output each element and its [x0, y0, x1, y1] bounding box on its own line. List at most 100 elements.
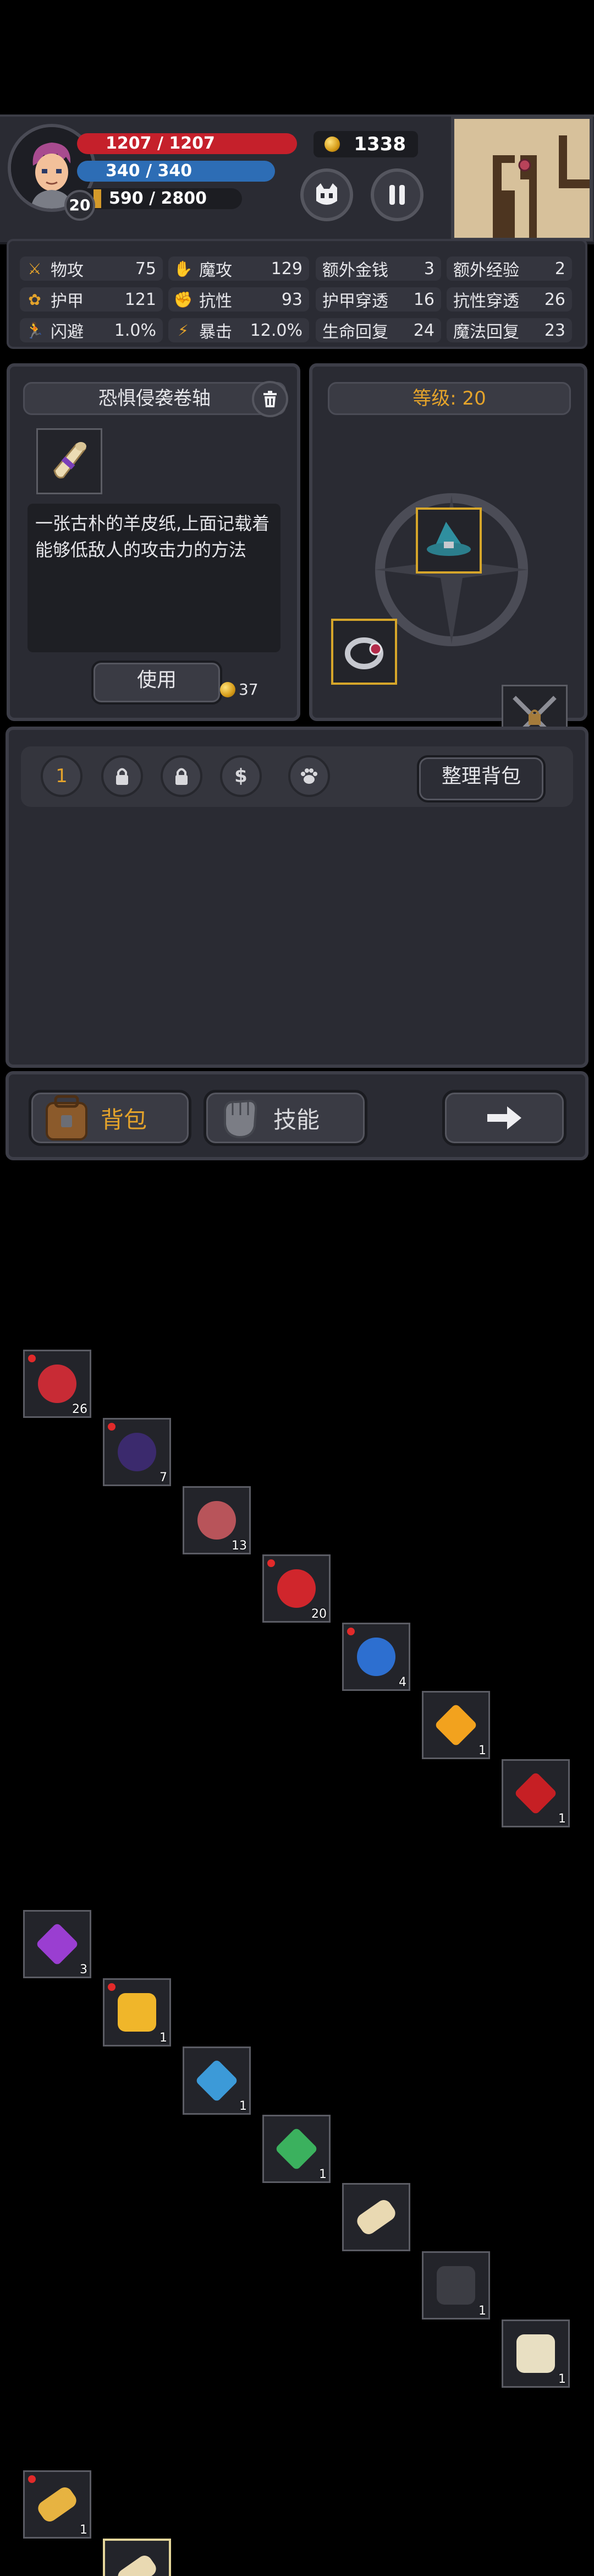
stat-10: 生命回复 24	[316, 318, 441, 342]
inventory-slot[interactable]: 1	[422, 2251, 490, 2320]
pause-icon	[389, 185, 405, 205]
lightning-icon: ⚡	[178, 321, 189, 340]
inventory-slot[interactable]: 4	[342, 1623, 410, 1691]
stat-6: 护甲穿透 16	[316, 287, 441, 312]
inventory-slot[interactable]: 7	[103, 1418, 171, 1486]
bag-tab-label: 背包	[101, 1106, 147, 1133]
blue-scroll-icon	[354, 2197, 399, 2237]
stat-value: 75	[135, 259, 156, 279]
pet-button[interactable]	[300, 168, 353, 221]
pause-button[interactable]	[371, 168, 424, 221]
inventory-slot[interactable]: 1	[502, 1759, 570, 1827]
sort-inventory-button[interactable]: 整理背包	[417, 755, 546, 803]
item-count: 4	[399, 1676, 406, 1689]
inventory-slot[interactable]: 20	[262, 1554, 331, 1623]
item-count: 1	[479, 2304, 486, 2318]
stat-8: 🏃 闪避 1.0%	[20, 318, 163, 342]
stat-label: 魔法回复	[453, 323, 519, 342]
inventory-tab-sell[interactable]: $	[220, 755, 262, 797]
new-item-dot	[347, 1628, 355, 1635]
next-arrow-button[interactable]	[442, 1090, 566, 1146]
experience-value: 590 / 2800	[109, 189, 207, 208]
sword-icon: ⚔	[28, 259, 42, 278]
bag-tab-button[interactable]: 背包	[29, 1090, 191, 1146]
inventory-slot[interactable]: 1	[262, 2115, 331, 2183]
use-button[interactable]: 使用	[91, 661, 222, 705]
blue-potion-icon	[357, 1638, 395, 1676]
inventory-slot[interactable]	[103, 2539, 171, 2576]
item-count: 1	[160, 2031, 167, 2045]
stat-label: 抗性	[199, 292, 232, 311]
stat-3: 额外经验 2	[447, 256, 572, 281]
level-badge: 20	[64, 190, 95, 221]
delete-item-button[interactable]	[252, 381, 288, 417]
berries-icon	[118, 1433, 156, 1471]
item-count: 1	[319, 2168, 327, 2181]
new-item-dot	[28, 2475, 36, 2483]
stat-9: ⚡ 暴击 12.0%	[168, 318, 309, 342]
apple-icon	[277, 1569, 316, 1608]
item-count: 13	[232, 1539, 247, 1553]
inventory-slot[interactable]: 1	[422, 1691, 490, 1759]
stat-1: ✋ 魔攻 129	[168, 256, 309, 281]
skills-tab-label: 技能	[273, 1106, 320, 1133]
inventory-slot[interactable]: 1	[23, 2470, 91, 2539]
stat-11: 魔法回复 23	[447, 318, 572, 342]
stat-2: 额外金钱 3	[316, 256, 441, 281]
equip-slot-ring[interactable]	[331, 619, 397, 685]
purple-gem-icon	[35, 1922, 79, 1966]
item-title: 恐惧侵袭卷轴	[23, 382, 286, 415]
inventory-tab-locked-2[interactable]	[161, 755, 202, 797]
price-value: 37	[239, 680, 258, 698]
raw-meat-icon	[197, 1501, 236, 1540]
item-description: 一张古朴的羊皮纸,上面记载着能够低敌人的攻击力的方法	[28, 504, 280, 652]
equip-slot-helmet[interactable]	[416, 507, 482, 574]
inventory-slot[interactable]: 1	[183, 2046, 251, 2115]
health-bar: 1207 / 1207	[77, 133, 297, 154]
yellow-scroll-icon	[35, 2484, 80, 2525]
wizard-hat-icon	[427, 522, 471, 556]
paw-icon	[301, 768, 317, 784]
selected-item-slot	[36, 428, 102, 494]
inventory-slot[interactable]	[342, 2183, 410, 2251]
green-crystal-icon	[274, 2127, 318, 2171]
skills-tab-button[interactable]: 技能	[204, 1090, 367, 1146]
inventory-slot[interactable]: 13	[183, 1486, 251, 1554]
stat-label: 暴击	[199, 323, 232, 342]
stat-label: 魔攻	[199, 261, 232, 280]
stat-5: ✊ 抗性 93	[168, 287, 309, 312]
amber-crystal-icon	[434, 1703, 478, 1747]
inventory-tab-1[interactable]: 1	[41, 755, 82, 797]
stat-label: 额外经验	[453, 261, 519, 280]
magic-hand-icon: ✋	[173, 259, 193, 278]
stat-value: 2	[554, 259, 565, 279]
blue-crystal-icon	[195, 2059, 239, 2103]
inventory-tab-locked-1[interactable]	[101, 755, 143, 797]
item-count: 1	[479, 1744, 486, 1758]
new-item-dot	[108, 1423, 116, 1431]
purple-scroll-icon	[114, 2552, 160, 2576]
lock-icon	[116, 768, 128, 785]
stat-value: 3	[424, 259, 435, 279]
inventory-slot[interactable]: 1	[502, 2320, 570, 2388]
dodge-runner-icon: 🏃	[25, 321, 45, 340]
red-potion-icon	[38, 1365, 76, 1403]
minimap[interactable]	[451, 116, 593, 241]
stat-label: 额外金钱	[322, 261, 388, 280]
red-button-device-icon	[437, 2266, 475, 2305]
rune-stone-icon	[516, 2334, 555, 2373]
coin-icon	[324, 137, 340, 152]
inventory-slot[interactable]: 3	[23, 1910, 91, 1978]
item-count: 1	[558, 1812, 566, 1826]
inventory-slot[interactable]: 26	[23, 1350, 91, 1418]
lock-icon	[175, 768, 188, 785]
stat-value: 23	[544, 320, 565, 340]
scroll-icon	[53, 442, 86, 479]
inventory-tab-pet[interactable]	[288, 755, 330, 797]
item-count: 20	[311, 1607, 327, 1621]
use-price: 37	[220, 680, 258, 698]
item-count: 1	[80, 2523, 87, 2537]
stat-7: 抗性穿透 26	[447, 287, 572, 312]
stat-value: 121	[124, 290, 156, 309]
inventory-slot[interactable]: 1	[103, 1978, 171, 2046]
